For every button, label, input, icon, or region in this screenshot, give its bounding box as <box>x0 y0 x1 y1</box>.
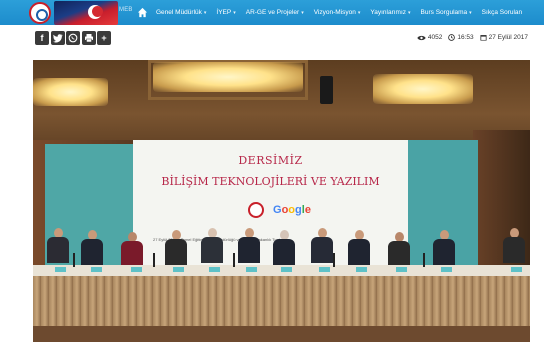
share-toolbar: f + <box>35 31 113 45</box>
add-icon: + <box>101 32 107 43</box>
nav-item-label: Yayınlarımız <box>370 9 407 16</box>
name-card <box>246 267 257 272</box>
calendar-icon <box>480 35 487 41</box>
table-skirt <box>33 276 530 326</box>
microphone <box>153 253 155 267</box>
publish-time: 16:53 <box>448 34 474 41</box>
nav-item-vizyon-misyon[interactable]: Vizyon-Misyon ▾ <box>314 9 361 16</box>
nav-item-label: Genel Müdürlük <box>156 9 202 16</box>
whatsapp-share-button[interactable] <box>66 31 80 45</box>
nav-item-label: Burs Sorgulama <box>420 9 468 16</box>
top-navigation-bar: MEB Genel Müdürlük ▾ İYEP ▾ AR-GE ve Proje… <box>0 0 544 25</box>
nav-item-yayinlarimiz[interactable]: Yayınlarımız ▾ <box>370 9 410 16</box>
turkish-flag-banner <box>54 1 118 25</box>
twitter-share-button[interactable] <box>50 31 65 45</box>
ceiling-speaker <box>320 76 333 104</box>
nav-item-burs-sorgulama[interactable]: Burs Sorgulama ▾ <box>421 9 472 16</box>
name-card <box>55 267 66 272</box>
logo-text: MEB <box>119 7 133 13</box>
crescent-icon <box>88 5 103 19</box>
print-icon <box>84 34 93 43</box>
nav-item-label: Sıkça Sorulan <box>481 9 523 16</box>
chandelier-right <box>373 74 473 104</box>
chevron-down-icon: ▾ <box>357 9 361 16</box>
meb-logo-icon[interactable] <box>29 2 51 24</box>
chevron-down-icon: ▾ <box>469 9 472 16</box>
chandelier-left <box>33 78 108 106</box>
publish-date: 27 Eylül 2017 <box>480 34 528 41</box>
facebook-share-button[interactable]: f <box>35 31 49 45</box>
twitter-icon <box>52 33 62 42</box>
publish-date-value: 27 Eylül 2017 <box>488 34 528 41</box>
main-menu: Genel Müdürlük ▾ İYEP ▾ AR-GE ve Projeler ▾… <box>137 0 532 25</box>
chevron-down-icon: ▾ <box>408 9 411 16</box>
microphone <box>333 253 335 267</box>
chevron-down-icon: ▾ <box>301 9 304 16</box>
name-card <box>173 267 184 272</box>
chandelier-center <box>153 62 303 92</box>
clock-icon <box>448 34 456 41</box>
carpet <box>33 326 530 342</box>
nav-item-label: İYEP <box>216 9 232 16</box>
meb-emblem-icon <box>248 202 264 218</box>
name-card <box>131 267 142 272</box>
nav-item-genel-mudurluk[interactable]: Genel Müdürlük ▾ <box>156 9 206 16</box>
news-photo: DERSİMİZ BİLİŞİM TEKNOLOJİLERİ VE YAZILI… <box>33 60 530 342</box>
backdrop-title: DERSİMİZ <box>238 154 303 167</box>
article-meta: 4052 16:53 27 Eylül 2017 <box>411 34 528 41</box>
name-card <box>511 267 522 272</box>
microphone <box>423 253 425 267</box>
name-card <box>91 267 102 272</box>
microphone <box>73 253 75 267</box>
name-card <box>209 267 220 272</box>
chevron-down-icon: ▾ <box>203 9 207 16</box>
nav-item-arge-projeler[interactable]: AR-GE ve Projeler ▾ <box>246 9 304 16</box>
microphone <box>233 253 235 267</box>
print-button[interactable] <box>81 31 96 45</box>
name-card <box>281 267 292 272</box>
google-logo: Google <box>273 204 311 216</box>
name-card <box>396 267 407 272</box>
chevron-down-icon: ▾ <box>233 9 236 16</box>
backdrop-subtitle: BİLİŞİM TEKNOLOJİLERİ VE YAZILIM <box>161 175 380 188</box>
name-card <box>319 267 330 272</box>
name-card <box>441 267 452 272</box>
nav-item-label: Vizyon-Misyon <box>313 9 356 16</box>
whatsapp-icon <box>68 33 78 43</box>
more-share-button[interactable]: + <box>97 31 111 45</box>
view-count-value: 4052 <box>427 34 443 41</box>
nav-item-iyep[interactable]: İYEP ▾ <box>216 9 235 16</box>
facebook-icon: f <box>40 32 44 43</box>
nav-item-sikca-sorulan[interactable]: Sıkça Sorulan <box>482 9 522 16</box>
view-count: 4052 <box>417 34 442 41</box>
publish-time-value: 16:53 <box>457 34 474 41</box>
name-card <box>356 267 367 272</box>
home-icon[interactable] <box>137 7 148 18</box>
nav-item-label: AR-GE ve Projeler <box>245 9 300 16</box>
eye-icon <box>417 35 426 40</box>
